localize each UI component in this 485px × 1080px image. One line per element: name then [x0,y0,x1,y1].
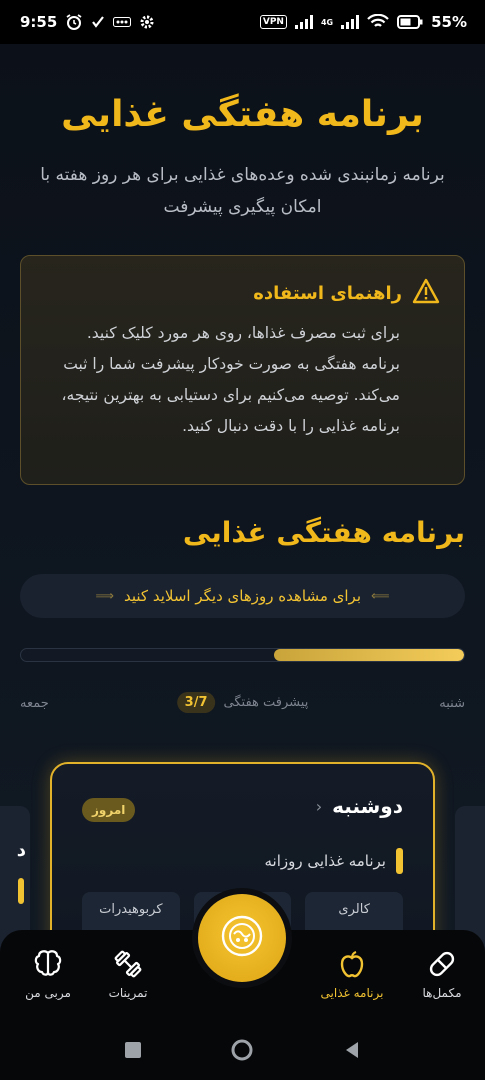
previous-day-char: د [16,840,26,861]
guide-body: برای ثبت مصرف غذاها، روی هر مورد کلیک کن… [61,324,401,435]
apple-icon [304,948,400,980]
accent-bar [396,848,403,874]
arrow-left-icon: ⟹ [95,588,114,604]
app-notification-icon [113,17,132,27]
nav-bar: مربی من تمرینات برنامه غذایی مکمل‌ها [0,894,485,1022]
section-title: برنامه هفتگی غذایی [182,516,465,549]
progress-end-day: جمعه [20,696,49,711]
dumbbell-icon [80,948,176,980]
food-plate-icon [218,912,266,964]
alarm-icon [65,13,83,31]
day-subtitle-row: برنامه غذایی روزانه [264,848,403,874]
signal-icon [294,15,313,29]
progress-badge: 3/7 [176,692,216,713]
guide-title: راهنمای استفاده [253,282,402,304]
today-badge: امروز [82,798,136,822]
settings-gear-icon [139,14,155,30]
nav-label-my-coach: مربی من [25,986,71,1000]
usage-guide-box: راهنمای استفاده برای ثبت مصرف غذاها، روی… [20,255,465,485]
progress-fill [273,649,464,661]
status-bar: 9:55 VPN 4G 55% [0,0,485,44]
slide-hint: ⟸ برای مشاهده روزهای دیگر اسلاید کنید ⟹ [20,574,465,618]
nav-label-supplements: مکمل‌ها [422,986,462,1000]
system-navigation [0,1032,485,1072]
status-left: 9:55 [20,13,155,31]
page-subtitle: برنامه زمانبندی شده وعده‌های غذایی برای … [40,165,445,217]
progress-center: پیشرفت هفتگی 3/7 [176,692,309,713]
day-subtitle: برنامه غذایی روزانه [264,852,387,870]
warning-icon [412,278,440,308]
arrow-right-icon: ⟸ [371,588,390,604]
nav-label-exercises: تمرینات [108,986,148,1000]
guide-header: راهنمای استفاده [45,278,440,308]
center-action-button[interactable] [198,894,286,982]
battery-icon [397,15,423,29]
nav-item-exercises[interactable]: تمرینات [80,948,176,1000]
pill-icon [394,948,485,980]
status-time: 9:55 [20,13,58,31]
vpn-badge: VPN [259,15,287,29]
day-header: دوشنبه ‹ [316,794,403,818]
bottom-navigation: مربی من تمرینات برنامه غذایی مکمل‌ها [0,894,485,1080]
slide-hint-text: برای مشاهده روزهای دیگر اسلاید کنید [124,587,361,605]
wifi-icon [367,14,389,30]
signal-2-icon [341,15,360,29]
network-type: 4G [320,17,334,27]
back-triangle-icon[interactable] [342,1040,362,1064]
status-right: VPN 4G 55% [259,13,467,31]
progress-start-day: شنبه [439,696,465,711]
check-icon [91,15,105,29]
home-circle-icon[interactable] [230,1038,254,1066]
nav-label-meal-plan: برنامه غذایی [320,986,384,1000]
day-name: دوشنبه [332,794,403,818]
recents-square-icon[interactable] [124,1041,142,1063]
battery-percent: 55% [431,13,467,31]
nav-item-supplements[interactable]: مکمل‌ها [394,948,485,1000]
nav-item-meal-plan[interactable]: برنامه غذایی [304,948,400,1000]
progress-labels: شنبه پیشرفت هفتگی 3/7 جمعه [20,692,465,716]
page-title: برنامه هفتگی غذایی [61,94,424,135]
progress-label: پیشرفت هفتگی [223,695,309,710]
previous-day-bar [18,878,24,904]
chevron-left-icon[interactable]: ‹ [316,797,322,816]
weekly-progress-bar [20,648,465,662]
